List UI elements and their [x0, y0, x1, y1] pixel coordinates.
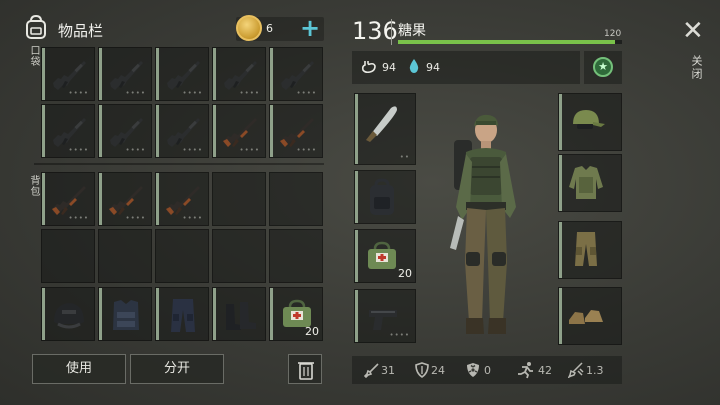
durability-dots: •••• — [68, 89, 89, 97]
durability-dots: •••• — [182, 146, 203, 154]
armor-shield-icon — [415, 362, 429, 378]
durability-dots: •••• — [239, 146, 260, 154]
durability-dots: •••• — [296, 146, 317, 154]
armor-value: 24 — [431, 364, 445, 377]
star-badge-icon[interactable]: ★ — [593, 57, 613, 77]
inventory-title: 物品栏 — [58, 22, 104, 40]
inventory-slot[interactable]: 20 — [269, 287, 323, 341]
durability-dots: •••• — [296, 89, 317, 97]
equipment-slot-jacket[interactable] — [558, 154, 622, 212]
close-icon[interactable]: ✕ — [682, 18, 704, 44]
cargo-pants-icon — [575, 232, 597, 266]
inventory-slot[interactable]: •••• — [269, 104, 323, 158]
sword-icon — [364, 363, 379, 378]
inventory-slot[interactable]: •••• — [269, 47, 323, 101]
stomach-icon — [361, 61, 376, 74]
durability-dots: •• — [399, 153, 410, 161]
equipment-slot-shoes[interactable] — [558, 287, 622, 345]
running-icon — [518, 362, 533, 379]
inventory-slot[interactable] — [212, 172, 266, 226]
equipment-slot-backpack[interactable] — [354, 170, 416, 224]
pocket-label: 口袋 — [28, 45, 39, 67]
coin-icon — [236, 15, 262, 41]
inventory-slot[interactable] — [212, 229, 266, 283]
hunger-value: 94 — [382, 61, 396, 74]
critical-value: 1.3 — [586, 364, 604, 377]
durability-dots: •••• — [182, 89, 203, 97]
inventory-slot[interactable]: •••• — [98, 104, 152, 158]
item-quantity: 20 — [305, 325, 319, 338]
shoes-icon — [569, 310, 603, 324]
item-quantity: 20 — [398, 267, 412, 280]
inventory-slot[interactable]: •••• — [212, 47, 266, 101]
inventory-slot[interactable] — [41, 229, 95, 283]
xp-value: 120 — [604, 29, 622, 39]
speed-value: 42 — [538, 364, 552, 377]
equipment-slot-pistol[interactable]: •••• — [354, 289, 416, 343]
inventory-slot[interactable]: •••• — [98, 47, 152, 101]
machete-icon — [366, 106, 397, 142]
inventory-slot[interactable] — [41, 287, 95, 341]
critical-strike-icon — [568, 362, 584, 378]
inventory-slot[interactable] — [98, 229, 152, 283]
inventory-slot[interactable]: •••• — [155, 47, 209, 101]
inventory-slot[interactable]: •••• — [41, 104, 95, 158]
jacket-icon — [569, 166, 603, 199]
character-name: 糖果 — [398, 23, 426, 39]
add-coins-button[interactable]: + — [300, 14, 320, 42]
durability-dots: •••• — [182, 214, 203, 222]
inventory-slot[interactable] — [212, 287, 266, 341]
cap-icon — [573, 110, 605, 129]
split-button[interactable]: 分开 — [130, 354, 224, 384]
trash-button[interactable] — [288, 354, 322, 384]
equipment-slot-machete[interactable]: •• — [354, 93, 416, 165]
inventory-slot[interactable]: •••• — [41, 47, 95, 101]
inventory-slot[interactable]: •••• — [155, 104, 209, 158]
use-button[interactable]: 使用 — [32, 354, 126, 384]
medkit-icon — [368, 241, 396, 269]
durability-dots: •••• — [68, 146, 89, 154]
helmet-icon — [54, 303, 84, 329]
close-label[interactable]: 关闭 — [688, 55, 704, 81]
character-model — [450, 114, 516, 334]
durability-dots: •••• — [125, 89, 146, 97]
thirst-value: 94 — [426, 61, 440, 74]
inventory-slot[interactable] — [155, 287, 209, 341]
equipment-slot-medkit[interactable]: 20 — [354, 229, 416, 283]
pants-icon — [171, 299, 195, 332]
coin-count: 6 — [266, 22, 273, 35]
inventory-slot[interactable]: •••• — [212, 104, 266, 158]
equipment-slot-cap[interactable] — [558, 93, 622, 151]
durability-dots: •••• — [125, 146, 146, 154]
inventory-slot[interactable]: •••• — [98, 172, 152, 226]
backpack-label: 背包 — [28, 175, 39, 197]
backpack-icon — [370, 178, 394, 215]
vest-icon — [113, 300, 139, 330]
backpack-icon — [26, 14, 46, 39]
water-drop-icon — [409, 59, 419, 73]
inventory-slot[interactable]: •••• — [41, 172, 95, 226]
trash-icon — [298, 362, 314, 380]
durability-dots: •••• — [125, 214, 146, 222]
section-divider — [34, 163, 324, 165]
boots-icon — [226, 302, 256, 330]
inventory-slot[interactable] — [269, 172, 323, 226]
inventory-slot[interactable]: •••• — [155, 172, 209, 226]
attack-value: 31 — [381, 364, 395, 377]
xp-bar-fill — [398, 40, 615, 44]
durability-dots: •••• — [389, 331, 410, 339]
inventory-slot[interactable] — [155, 229, 209, 283]
inventory-slot[interactable] — [269, 229, 323, 283]
equipment-slot-cargo-pants[interactable] — [558, 221, 622, 279]
radiation-icon — [467, 363, 479, 377]
durability-dots: •••• — [239, 89, 260, 97]
radiation-value: 0 — [484, 364, 491, 377]
durability-dots: •••• — [68, 214, 89, 222]
inventory-slot[interactable] — [98, 287, 152, 341]
level-separator — [391, 19, 392, 45]
